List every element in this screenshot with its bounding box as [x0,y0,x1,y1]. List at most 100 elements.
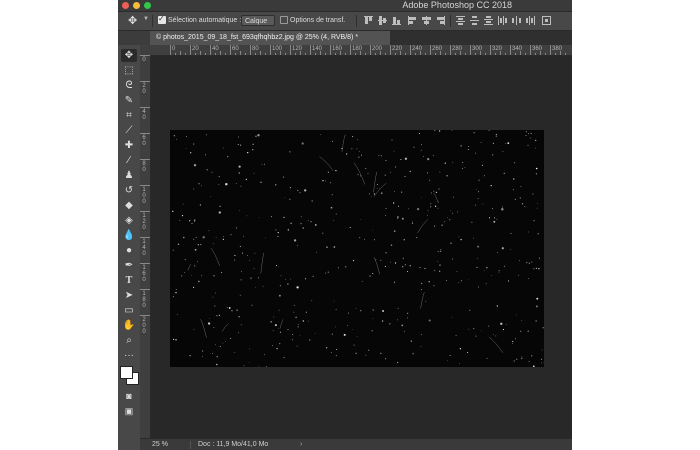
divider [190,441,191,449]
align-top-icon[interactable] [364,16,373,25]
horizontal-ruler[interactable]: 0 20 40 60 80 100 120 140 160 180 200 220 240 260 280 3… [150,45,572,56]
blur-tool-icon[interactable]: 💧 [121,229,137,242]
color-swatches[interactable] [119,363,139,385]
tool-preset-chevron-down-icon[interactable]: ▼ [143,16,149,22]
ruler-tick [140,315,150,316]
distribute-right-icon[interactable] [526,16,535,25]
auto-select-checkbox[interactable] [158,14,166,24]
ruler-corner[interactable] [140,45,150,55]
align-bottom-icon[interactable] [392,16,401,25]
ruler-tick [555,53,556,55]
distribute-vertical-center-icon[interactable] [470,16,479,25]
ruler-tick [140,211,150,212]
minimize-window-button[interactable] [133,2,140,9]
crop-tool-icon[interactable]: ⌗ [121,109,137,122]
ruler-tick [470,45,471,55]
healing-brush-tool-icon[interactable]: ✚ [121,139,137,152]
ruler-tick [380,51,381,55]
starfield-texture [172,130,544,367]
ruler-tick [140,55,150,56]
more-tools-icon[interactable]: ··· [121,349,137,362]
ruler-tick [535,53,536,55]
ruler-tick [175,53,176,55]
ruler-label: 0 [142,57,146,63]
distribute-horizontal-center-icon[interactable] [512,16,521,25]
ruler-tick [210,45,211,55]
ruler-label: 2 0 [142,83,146,95]
ruler-tick [140,237,150,238]
zoom-tool-icon[interactable]: ⌕ [121,334,137,347]
ruler-tick [140,263,150,264]
ruler-tick [430,45,431,55]
ruler-tick [360,51,361,55]
distribute-left-icon[interactable] [498,16,507,25]
pen-tool-icon[interactable]: ✒ [121,259,137,272]
ruler-tick [140,81,150,82]
document-tab-bar: © photos_2015_09_18_fst_693qfhqhbz2.jpg … [150,31,572,45]
ruler-tick [520,51,521,55]
align-right-icon[interactable] [436,16,445,25]
ruler-tick [485,53,486,55]
clone-stamp-tool-icon[interactable]: ♟ [121,169,137,182]
zoom-level[interactable]: 25 % [152,439,168,450]
align-horizontal-center-icon[interactable] [422,16,431,25]
ruler-label: 8 0 [142,161,146,173]
type-tool-icon[interactable]: T [121,274,137,287]
align-vertical-center-icon[interactable] [378,16,387,25]
ruler-tick [200,51,201,55]
rectangle-tool-icon[interactable]: ▭ [121,304,137,317]
ruler-tick [270,45,271,55]
close-window-button[interactable] [122,2,129,9]
ruler-tick [195,53,196,55]
ruler-label: 4 0 [142,109,146,121]
app-title: Adobe Photoshop CC 2018 [402,0,512,10]
document-tab[interactable]: © photos_2015_09_18_fst_693qfhqhbz2.jpg … [150,31,390,45]
vertical-ruler[interactable]: 0 2 0 4 0 6 0 8 0 1 0 0 1 2 0 1 4 0 1 6 0 1 8 0 2 … [140,55,151,438]
foreground-color-swatch[interactable] [120,366,133,379]
divider [450,15,451,27]
history-brush-tool-icon[interactable]: ↺ [121,184,137,197]
dodge-tool-icon[interactable]: ● [121,244,137,257]
ruler-tick [425,53,426,55]
auto-align-layers-icon[interactable] [542,16,551,25]
auto-select-label: Sélection automatique : [168,17,242,24]
ruler-tick [330,45,331,55]
ruler-tick [475,53,476,55]
ruler-tick [550,45,551,55]
eraser-tool-icon[interactable]: ◆ [121,199,137,212]
status-bar: 25 % Doc : 11,9 Mo/41,0 Mo › [140,438,572,450]
path-selection-tool-icon[interactable]: ➤ [121,289,137,302]
ruler-tick [325,53,326,55]
document-image[interactable] [170,130,544,367]
move-tool-icon[interactable]: ✥ [128,15,140,27]
ruler-tick [170,45,171,55]
ruler-tick [510,45,511,55]
hand-tool-icon[interactable]: ✋ [121,319,137,332]
maximize-window-button[interactable] [144,2,151,9]
ruler-tick [375,53,376,55]
ruler-tick [300,51,301,55]
ruler-tick [240,51,241,55]
ruler-tick [495,53,496,55]
auto-select-dropdown[interactable]: Calque [241,15,275,26]
paint-bucket-tool-icon[interactable]: ◈ [121,214,137,227]
quick-selection-tool-icon[interactable]: ✎ [121,94,137,107]
quick-mask-icon[interactable]: ◙ [121,390,137,403]
document-info: Doc : 11,9 Mo/41,0 Mo [198,441,269,448]
eyedropper-tool-icon[interactable]: ⟋ [121,124,137,137]
ruler-tick [445,53,446,55]
ruler-tick [540,51,541,55]
move-tool-icon[interactable]: ✥ [121,49,137,62]
ruler-tick [400,51,401,55]
align-left-icon[interactable] [408,16,417,25]
transform-controls-checkbox[interactable] [280,16,288,24]
lasso-tool-icon[interactable]: ᘓ [121,79,137,92]
status-menu-chevron-right-icon[interactable]: › [300,439,302,450]
distribute-bottom-icon[interactable] [484,16,493,25]
ruler-tick [390,45,391,55]
marquee-tool-icon[interactable]: ⬚ [121,64,137,77]
brush-tool-icon[interactable]: ∕ [121,154,137,167]
screen-mode-icon[interactable]: ▣ [121,405,137,418]
canvas-area[interactable] [151,56,572,438]
distribute-top-icon[interactable] [456,16,465,25]
